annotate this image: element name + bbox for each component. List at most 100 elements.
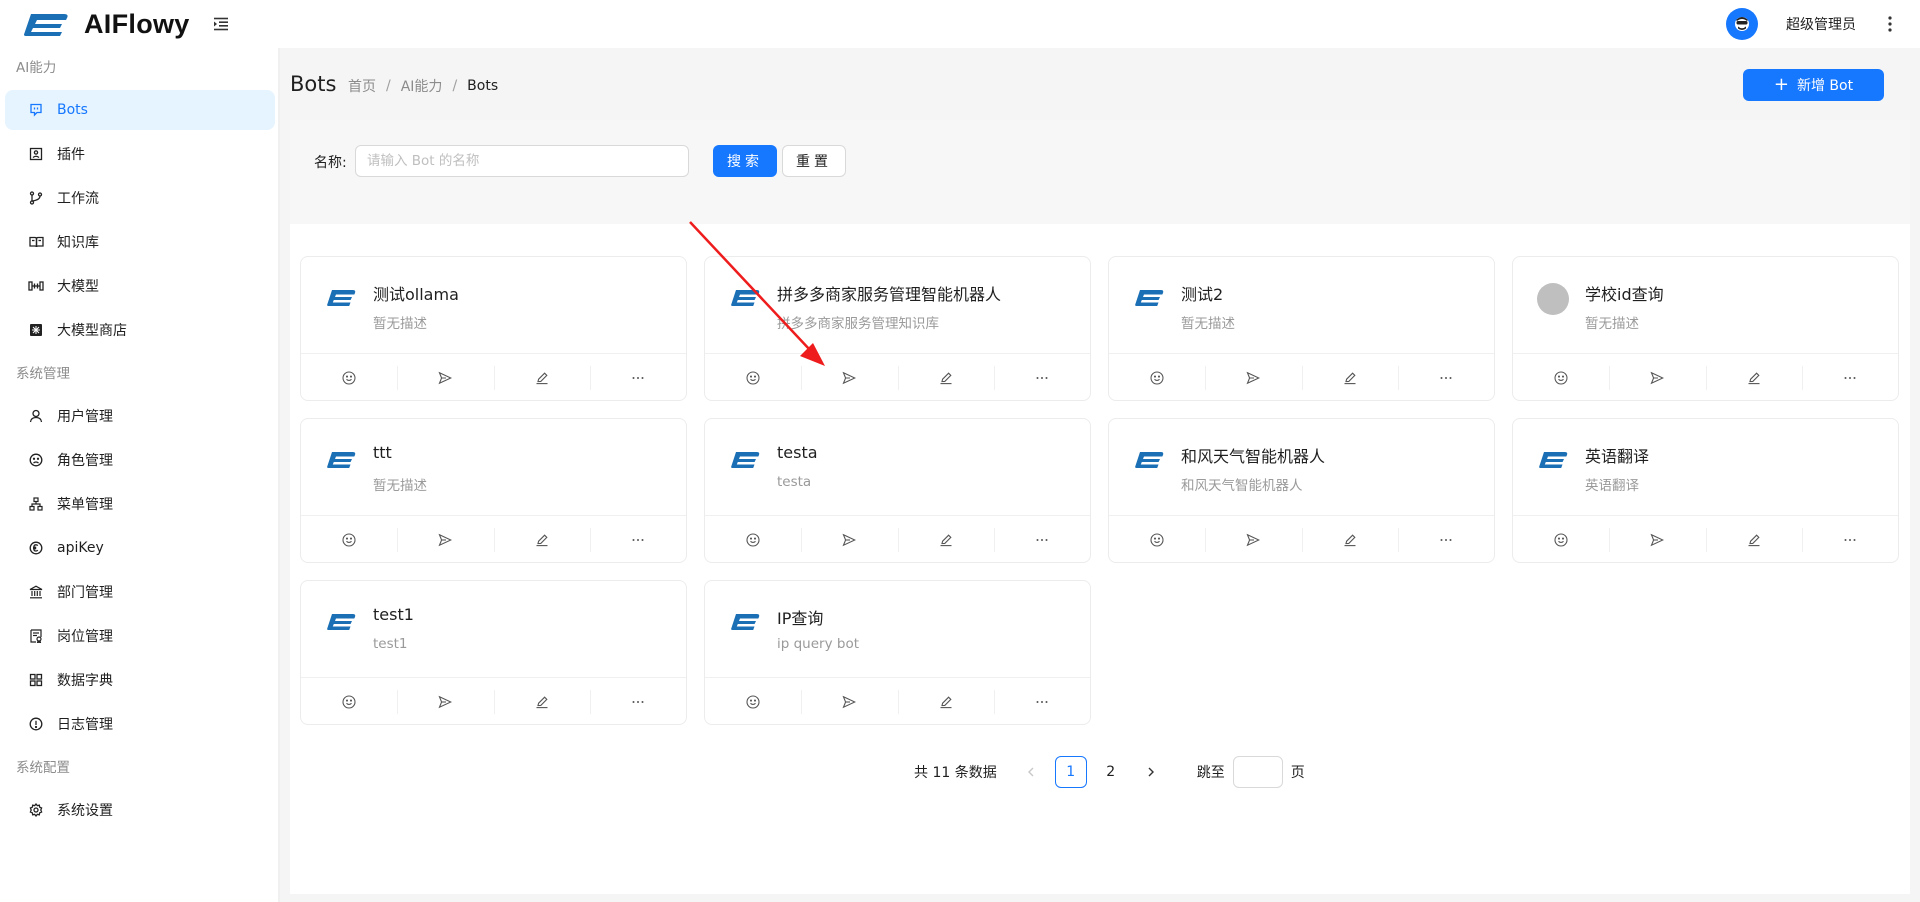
bot-logo-icon [1133, 445, 1165, 477]
sidebar-item-settings[interactable]: 系统设置 [5, 790, 275, 830]
bot-card[interactable]: 测试2 暂无描述 [1108, 256, 1495, 401]
bot-card[interactable]: 和风天气智能机器人 和风天气智能机器人 [1108, 418, 1495, 563]
user-avatar[interactable] [1726, 8, 1758, 40]
publish-button[interactable] [397, 678, 493, 724]
sidebar-item-models[interactable]: 大模型 [5, 266, 275, 306]
bot-card[interactable]: test1 test1 [300, 580, 687, 725]
page-1[interactable]: 1 [1054, 756, 1087, 788]
more-vertical-icon[interactable] [1882, 14, 1898, 34]
bot-card-body[interactable]: testa testa [705, 419, 1090, 515]
bot-card[interactable]: 拼多多商家服务管理智能机器人 拼多多商家服务管理知识库 [704, 256, 1091, 401]
bot-card-body[interactable]: IP查询 ip query bot [705, 581, 1090, 677]
sidebar-item-plugins[interactable]: 插件 [5, 134, 275, 174]
publish-button[interactable] [1205, 354, 1301, 400]
publish-button[interactable] [1205, 516, 1301, 562]
edit-button[interactable] [897, 678, 994, 724]
sidebar-item-dictionary[interactable]: 数据字典 [5, 660, 275, 700]
chat-button[interactable] [1109, 354, 1205, 400]
publish-button[interactable] [397, 354, 493, 400]
more-button[interactable] [1397, 516, 1494, 562]
bot-card[interactable]: testa testa [704, 418, 1091, 563]
chat-button[interactable] [1513, 516, 1609, 562]
breadcrumb-home[interactable]: 首页 [348, 76, 376, 96]
bot-card[interactable]: ttt 暂无描述 [300, 418, 687, 563]
bot-card-body[interactable]: 测试2 暂无描述 [1109, 257, 1494, 353]
reset-button[interactable]: 重置 [782, 145, 846, 177]
bot-card-body[interactable]: 学校id查询 暂无描述 [1513, 257, 1898, 353]
more-button[interactable] [1397, 354, 1494, 400]
edit-button[interactable] [493, 678, 590, 724]
bot-logo-icon [729, 607, 761, 639]
more-button[interactable] [993, 354, 1090, 400]
more-button[interactable] [1801, 516, 1898, 562]
add-bot-button[interactable]: + 新增 Bot [1743, 69, 1884, 101]
edit-button[interactable] [897, 354, 994, 400]
publish-button[interactable] [397, 516, 493, 562]
bot-card[interactable]: 学校id查询 暂无描述 [1512, 256, 1899, 401]
bot-card-body[interactable]: ttt 暂无描述 [301, 419, 686, 515]
chat-button[interactable] [705, 516, 801, 562]
more-button[interactable] [993, 516, 1090, 562]
publish-button[interactable] [801, 354, 897, 400]
edit-button[interactable] [1301, 516, 1398, 562]
sidebar-item-apikey[interactable]: apiKey [5, 528, 275, 568]
edit-button[interactable] [1705, 354, 1802, 400]
bot-card-body[interactable]: 英语翻译 英语翻译 [1513, 419, 1898, 515]
chat-button[interactable] [705, 354, 801, 400]
chat-button[interactable] [301, 354, 397, 400]
sidebar-item-model-store[interactable]: 大模型商店 [5, 310, 275, 350]
send-icon [842, 533, 857, 547]
grid-icon [27, 671, 45, 689]
sidebar-item-menus[interactable]: 菜单管理 [5, 484, 275, 524]
bot-card-body[interactable]: 和风天气智能机器人 和风天气智能机器人 [1109, 419, 1494, 515]
sidebar-item-knowledge[interactable]: 知识库 [5, 222, 275, 262]
edit-button[interactable] [897, 516, 994, 562]
more-button[interactable] [589, 678, 686, 724]
sidebar-item-roles[interactable]: 角色管理 [5, 440, 275, 480]
bot-card-body[interactable]: 测试ollama 暂无描述 [301, 257, 686, 353]
publish-button[interactable] [1609, 354, 1705, 400]
bot-card[interactable]: 英语翻译 英语翻译 [1512, 418, 1899, 563]
more-button[interactable] [589, 516, 686, 562]
bot-card[interactable]: IP查询 ip query bot [704, 580, 1091, 725]
chat-button[interactable] [1513, 354, 1609, 400]
more-icon [1439, 376, 1453, 380]
jump-page-input[interactable] [1232, 756, 1283, 788]
bot-card-body[interactable]: 拼多多商家服务管理智能机器人 拼多多商家服务管理知识库 [705, 257, 1090, 353]
next-page-icon[interactable] [1135, 756, 1167, 788]
more-button[interactable] [993, 678, 1090, 724]
sidebar-item-logs[interactable]: 日志管理 [5, 704, 275, 744]
search-button[interactable]: 搜索 [713, 145, 777, 177]
menu-collapse-icon[interactable] [210, 13, 232, 35]
edit-icon [535, 695, 549, 709]
send-icon [438, 533, 453, 547]
sidebar-item-positions[interactable]: 岗位管理 [5, 616, 275, 656]
sidebar-item-label: 角色管理 [57, 453, 113, 469]
prev-page-icon[interactable] [1015, 756, 1047, 788]
edit-button[interactable] [1301, 354, 1398, 400]
publish-button[interactable] [801, 678, 897, 724]
breadcrumb-ai[interactable]: AI能力 [401, 76, 443, 96]
chat-button[interactable] [301, 678, 397, 724]
publish-button[interactable] [1609, 516, 1705, 562]
bot-card-body[interactable]: test1 test1 [301, 581, 686, 677]
edit-button[interactable] [1705, 516, 1802, 562]
edit-button[interactable] [493, 354, 590, 400]
brand[interactable]: AIFlowy [0, 9, 280, 40]
sidebar-item-bots[interactable]: Bots [5, 90, 275, 130]
more-button[interactable] [589, 354, 686, 400]
chat-button[interactable] [301, 516, 397, 562]
sidebar-item-users[interactable]: 用户管理 [5, 396, 275, 436]
bot-card[interactable]: 测试ollama 暂无描述 [300, 256, 687, 401]
more-button[interactable] [1801, 354, 1898, 400]
chat-button[interactable] [705, 678, 801, 724]
send-icon [438, 371, 453, 385]
sidebar-item-workflow[interactable]: 工作流 [5, 178, 275, 218]
page-2[interactable]: 2 [1095, 756, 1127, 788]
publish-button[interactable] [801, 516, 897, 562]
user-name[interactable]: 超级管理员 [1786, 14, 1856, 34]
edit-button[interactable] [493, 516, 590, 562]
chat-button[interactable] [1109, 516, 1205, 562]
name-search-input[interactable] [355, 145, 689, 177]
sidebar-item-departments[interactable]: 部门管理 [5, 572, 275, 612]
